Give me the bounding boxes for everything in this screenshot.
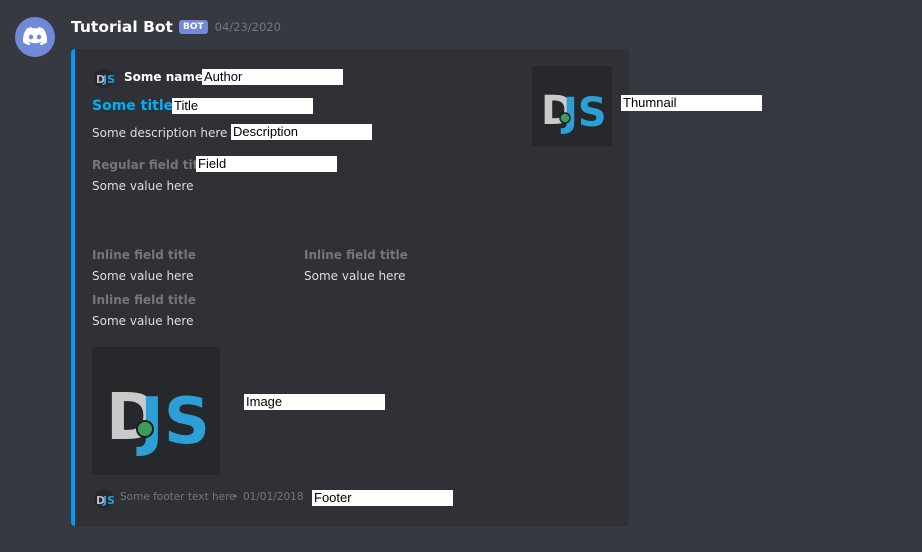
callout-author: Author [202, 69, 343, 85]
field-title: Regular field title [92, 158, 211, 172]
callout-footer: Footer [312, 490, 453, 506]
footer-timestamp: 01/01/2018 [243, 491, 304, 503]
callout-field: Field [196, 156, 337, 172]
username[interactable]: Tutorial Bot [71, 18, 173, 36]
author-icon: D JS [94, 68, 114, 88]
embed-description: Some description here [92, 126, 228, 140]
bot-avatar[interactable] [15, 17, 55, 57]
footer-separator: • [232, 491, 239, 503]
inline-field-value: Some value here [304, 269, 406, 283]
svg-text:JS: JS [102, 73, 114, 86]
djs-logo-icon: D JS [541, 88, 607, 136]
callout-thumbnail: Thumnail [621, 95, 762, 111]
footer-icon: D JS [94, 489, 114, 509]
message-timestamp: 04/23/2020 [214, 20, 281, 34]
callout-title: Title [172, 98, 313, 114]
inline-field-title: Inline field title [304, 248, 408, 262]
inline-field-title: Inline field title [92, 248, 196, 262]
author-name[interactable]: Some name [124, 70, 203, 84]
embed: D JS Some name Some title Some descripti… [71, 49, 629, 526]
embed-image[interactable]: D JS [92, 347, 220, 475]
inline-field-value: Some value here [92, 269, 194, 283]
callout-description: Description [231, 124, 372, 140]
djs-logo-icon: D JS [106, 381, 210, 459]
field-value: Some value here [92, 179, 194, 193]
discord-logo-icon [23, 27, 47, 46]
embed-title[interactable]: Some title [92, 98, 173, 114]
inline-field-value: Some value here [92, 314, 194, 328]
svg-text:JS: JS [102, 494, 114, 507]
callout-image: Image [244, 394, 385, 410]
inline-field-title: Inline field title [92, 293, 196, 307]
message-header: Tutorial Bot BOT 04/23/2020 [71, 16, 281, 38]
bot-badge: BOT [178, 20, 208, 34]
footer-text: Some footer text here [120, 491, 236, 503]
embed-thumbnail[interactable]: D JS [532, 66, 612, 146]
